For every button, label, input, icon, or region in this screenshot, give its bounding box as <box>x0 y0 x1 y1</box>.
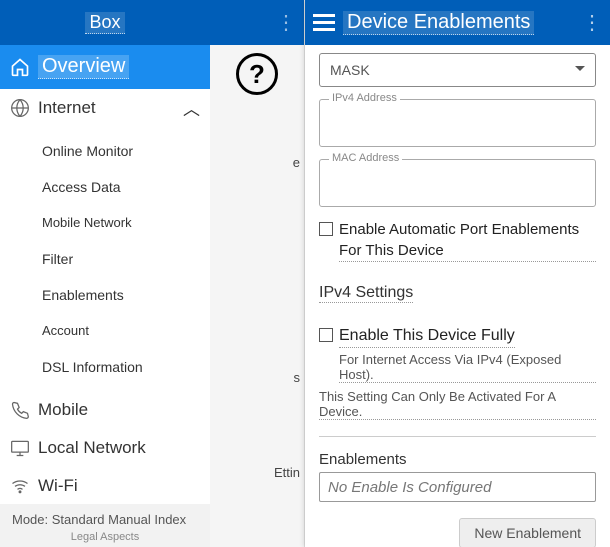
sidebar: Box Overview Internet ︿ Online Monitor A… <box>0 0 210 547</box>
chevron-up-icon: ︿ <box>183 95 200 120</box>
ipv4-field: IPv4 Address <box>319 99 596 147</box>
enablements-list: No Enable Is Configured <box>319 472 596 502</box>
no-enable-text: No Enable Is Configured <box>328 479 491 496</box>
overview-label: Overview <box>38 55 129 79</box>
auto-port-label: Enable Automatic Port Enablements For Th… <box>339 219 596 262</box>
sidebar-item-overview[interactable]: Overview <box>0 45 210 89</box>
home-icon <box>10 57 30 77</box>
sidebar-sub-mobile-network[interactable]: Mobile Network <box>42 205 210 241</box>
internet-submenu: Online Monitor Access Data Mobile Networ… <box>0 127 210 391</box>
hamburger-icon[interactable] <box>313 14 335 31</box>
brand-label: Box <box>85 12 124 34</box>
sidebar-brand: Box <box>0 0 210 45</box>
enable-full-note2: This Setting Can Only Be Activated For A… <box>319 389 596 420</box>
globe-icon <box>10 98 30 118</box>
ipv4-label: IPv4 Address <box>329 92 400 104</box>
button-row: New Enablement <box>319 518 596 547</box>
sidebar-sub-account[interactable]: Account <box>42 313 210 349</box>
select-value: MASK <box>330 62 370 78</box>
kebab-icon[interactable]: ⋮ <box>276 10 296 35</box>
panel-header: Device Enablements ⋮ <box>305 0 610 45</box>
monitor-icon <box>10 438 30 458</box>
sidebar-sub-online-monitor[interactable]: Online Monitor <box>42 133 210 169</box>
wifi-label: Wi-Fi <box>38 476 78 496</box>
sidebar-footer: Mode: Standard Manual Index Legal Aspect… <box>0 504 210 547</box>
panel-kebab-icon[interactable]: ⋮ <box>582 10 602 35</box>
legal-link[interactable]: Legal Aspects <box>12 531 198 543</box>
panel-title: Device Enablements <box>343 11 534 35</box>
right-panel: Device Enablements ⋮ MASK IPv4 Address M… <box>305 0 610 547</box>
sidebar-sub-enablements[interactable]: Enablements <box>42 277 210 313</box>
checkbox-auto-port[interactable] <box>319 222 333 236</box>
divider <box>319 436 596 437</box>
mid-header: ⋮ <box>210 0 304 45</box>
enable-full-label: Enable This Device Fully <box>339 325 515 348</box>
sidebar-item-local-network[interactable]: Local Network <box>0 429 210 467</box>
checkbox-enable-full[interactable] <box>319 328 333 342</box>
mid-panel: ⋮ ? e s Ettin <box>210 0 305 547</box>
mobile-label: Mobile <box>38 400 88 420</box>
sidebar-item-internet[interactable]: Internet ︿ <box>0 89 210 127</box>
sidebar-sub-dsl-info[interactable]: DSL Information <box>42 349 210 385</box>
local-label: Local Network <box>38 438 146 458</box>
sidebar-item-wifi[interactable]: Wi-Fi <box>0 467 210 505</box>
mac-field: MAC Address <box>319 159 596 207</box>
new-enablement-button[interactable]: New Enablement <box>459 518 596 547</box>
ipv4-input[interactable] <box>319 99 596 147</box>
wifi-icon <box>10 476 30 496</box>
sidebar-item-mobile[interactable]: Mobile <box>0 391 210 429</box>
auto-port-row[interactable]: Enable Automatic Port Enablements For Th… <box>319 219 596 262</box>
mode-text: Mode: Standard Manual Index <box>12 512 198 527</box>
phone-icon <box>10 400 30 420</box>
enable-full-row[interactable]: Enable This Device Fully <box>319 325 596 348</box>
caret-down-icon <box>575 66 585 71</box>
enable-full-note: For Internet Access Via IPv4 (Exposed Ho… <box>339 352 596 383</box>
device-select[interactable]: MASK <box>319 53 596 87</box>
panel-body: MASK IPv4 Address MAC Address Enable Aut… <box>305 45 610 547</box>
mac-label: MAC Address <box>329 152 402 164</box>
mid-text: e s Ettin <box>210 95 304 480</box>
sidebar-sub-access-data[interactable]: Access Data <box>42 169 210 205</box>
enablements-heading: Enablements <box>319 451 596 468</box>
mac-input[interactable] <box>319 159 596 207</box>
help-icon[interactable]: ? <box>236 53 278 95</box>
sidebar-sub-filter[interactable]: Filter <box>42 241 210 277</box>
internet-label: Internet <box>38 98 96 118</box>
ipv4-settings-heading: IPv4 Settings <box>319 284 413 303</box>
